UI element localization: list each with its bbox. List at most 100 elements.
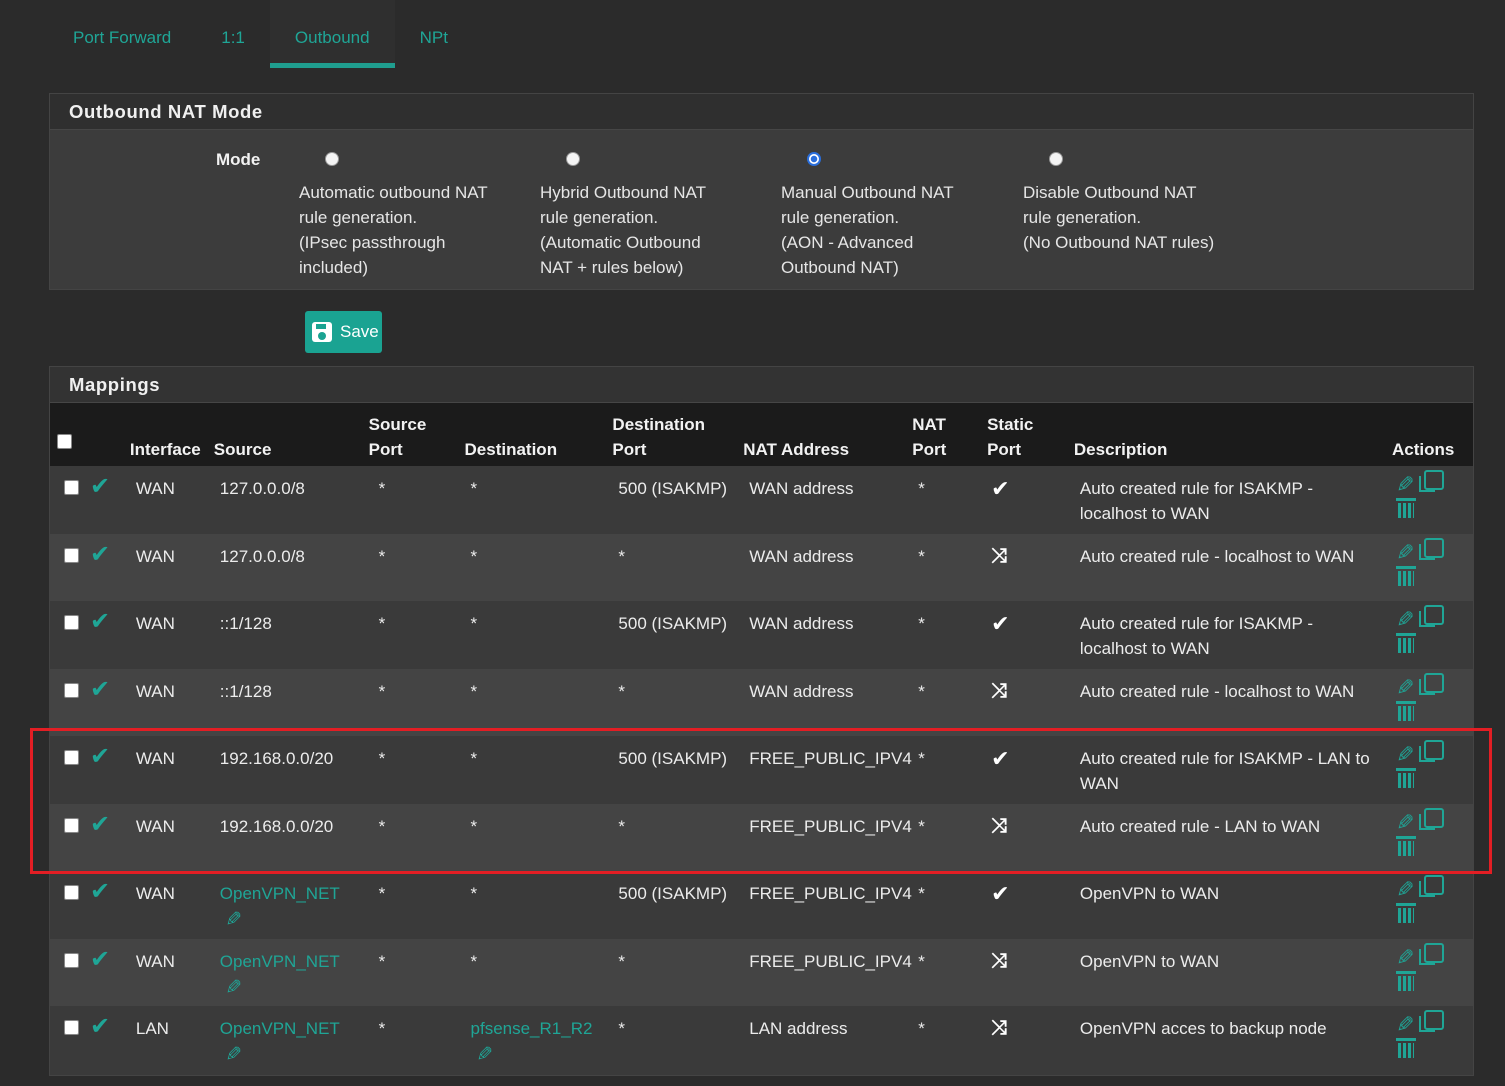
enabled-check-icon[interactable]: ✔ xyxy=(90,473,110,500)
trash-icon[interactable] xyxy=(1395,700,1416,721)
enabled-check-icon[interactable]: ✔ xyxy=(90,541,110,568)
table-row[interactable]: ✔ LAN OpenVPN_NET ✎ * pfsense_R1_R2 ✎ * LA… xyxy=(50,1006,1473,1074)
copy-icon[interactable] xyxy=(1418,875,1444,897)
copy-icon[interactable] xyxy=(1418,740,1444,762)
table-row[interactable]: ✔ WAN OpenVPN_NET ✎ * * 500 (ISAKMP) FREE… xyxy=(50,871,1473,939)
row-checkbox[interactable] xyxy=(64,480,79,495)
source-port-cell: * xyxy=(378,816,386,836)
enabled-check-icon[interactable]: ✔ xyxy=(90,811,110,838)
nat-address-cell: FREE_PUBLIC_IPV4 xyxy=(749,951,912,971)
edit-pencil-icon[interactable]: ✎ xyxy=(1396,1012,1414,1037)
table-row[interactable]: ✔ WAN ::1/128 * * * WAN address * ⤨ Auto… xyxy=(50,668,1473,736)
mode-option-0[interactable]: Automatic outbound NAT rule generation. (I… xyxy=(299,152,519,280)
row-checkbox[interactable] xyxy=(64,817,79,833)
header-description: Description xyxy=(1073,440,1168,459)
interface-cell: WAN xyxy=(135,614,175,633)
copy-icon[interactable] xyxy=(1418,807,1444,830)
interface-cell: WAN xyxy=(135,884,175,903)
header-static-port: Static Port xyxy=(987,415,1034,459)
trash-icon[interactable] xyxy=(1395,903,1416,923)
description-cell: Auto created rule - localhost to WAN xyxy=(1079,546,1355,566)
tab-port-forward[interactable]: Port Forward xyxy=(48,0,196,68)
tab-one-to-one[interactable]: 1:1 xyxy=(196,0,270,68)
source-alias-link[interactable]: OpenVPN_NET xyxy=(220,884,340,903)
destination-value: * xyxy=(470,816,478,836)
copy-icon[interactable] xyxy=(1418,1010,1444,1032)
header-source-port: Source Port xyxy=(368,415,427,459)
copy-icon[interactable] xyxy=(1418,537,1444,560)
copy-icon[interactable] xyxy=(1418,470,1444,492)
row-checkbox[interactable] xyxy=(64,885,79,900)
trash-icon[interactable] xyxy=(1395,970,1416,991)
save-button[interactable]: Save xyxy=(305,311,382,353)
trash-icon[interactable] xyxy=(1395,835,1416,856)
description-cell: Auto created rule - LAN to WAN xyxy=(1079,816,1321,836)
enabled-check-icon[interactable]: ✔ xyxy=(90,743,110,770)
mode-radio-1[interactable] xyxy=(566,152,580,166)
pencil-icon[interactable]: ✎ xyxy=(220,977,242,999)
row-checkbox[interactable] xyxy=(64,547,79,563)
source-port-cell: * xyxy=(378,479,386,498)
source-value: 127.0.0.0/8 xyxy=(219,479,305,498)
mode-option-2[interactable]: Manual Outbound NAT rule generation. (AON … xyxy=(781,152,1001,280)
destination-port-cell: * xyxy=(618,681,626,701)
nat-port-cell: * xyxy=(918,681,925,701)
trash-icon[interactable] xyxy=(1395,1038,1416,1058)
table-row[interactable]: ✔ WAN OpenVPN_NET ✎ * * * FREE_PUBLIC_IPV… xyxy=(50,938,1473,1006)
enabled-check-icon[interactable]: ✔ xyxy=(90,1013,110,1040)
description-cell: Auto created rule for ISAKMP - localhost… xyxy=(1079,614,1313,658)
row-checkbox[interactable] xyxy=(64,615,79,630)
mode-label: Mode xyxy=(216,150,261,169)
trash-icon[interactable] xyxy=(1395,768,1416,788)
table-row[interactable]: ✔ WAN 127.0.0.0/8 * * 500 (ISAKMP) WAN a… xyxy=(50,466,1473,534)
edit-pencil-icon[interactable]: ✎ xyxy=(1396,540,1414,565)
edit-pencil-icon[interactable]: ✎ xyxy=(1396,607,1414,632)
mode-option-3[interactable]: Disable Outbound NAT rule generation. (No … xyxy=(1023,152,1243,255)
pencil-icon[interactable]: ✎ xyxy=(471,1044,493,1066)
edit-pencil-icon[interactable]: ✎ xyxy=(1396,945,1414,970)
mode-option-text: Disable Outbound NAT rule generation. (No … xyxy=(1023,183,1215,252)
tab-npt[interactable]: NPt xyxy=(395,0,473,68)
trash-icon[interactable] xyxy=(1395,633,1416,653)
pencil-icon[interactable]: ✎ xyxy=(220,1044,242,1066)
edit-pencil-icon[interactable]: ✎ xyxy=(1396,742,1414,767)
copy-icon[interactable] xyxy=(1418,605,1444,627)
edit-pencil-icon[interactable]: ✎ xyxy=(1396,472,1414,497)
mode-radio-3[interactable] xyxy=(1049,152,1063,166)
copy-icon[interactable] xyxy=(1418,942,1444,965)
select-all-checkbox[interactable] xyxy=(57,434,72,449)
interface-cell: WAN xyxy=(135,951,175,971)
edit-pencil-icon[interactable]: ✎ xyxy=(1396,810,1414,835)
enabled-check-icon[interactable]: ✔ xyxy=(90,676,110,703)
source-value: ::1/128 xyxy=(219,681,272,701)
mode-option-1[interactable]: Hybrid Outbound NAT rule generation. (Auto… xyxy=(540,152,760,280)
mode-radio-0[interactable] xyxy=(325,152,339,166)
destination-port-cell: 500 (ISAKMP) xyxy=(618,479,728,498)
table-row[interactable]: ✔ WAN 192.168.0.0/20 * * * FREE_PUBLIC_I… xyxy=(50,803,1473,871)
copy-icon[interactable] xyxy=(1418,672,1444,695)
tab-outbound[interactable]: Outbound xyxy=(269,0,395,68)
row-checkbox[interactable] xyxy=(64,1020,79,1035)
trash-icon[interactable] xyxy=(1395,565,1416,586)
enabled-check-icon[interactable]: ✔ xyxy=(90,608,110,635)
destination-alias-link[interactable]: pfsense_R1_R2 xyxy=(471,1019,593,1038)
pencil-icon[interactable]: ✎ xyxy=(220,909,242,931)
source-alias-link[interactable]: OpenVPN_NET xyxy=(220,1019,340,1038)
destination-port-cell: 500 (ISAKMP) xyxy=(618,749,728,768)
outbound-nat-mode-panel: Outbound NAT Mode Mode Automatic outboun… xyxy=(49,93,1474,290)
table-row[interactable]: ✔ WAN 192.168.0.0/20 * * 500 (ISAKMP) FR… xyxy=(50,736,1473,804)
row-checkbox[interactable] xyxy=(64,750,79,765)
table-row[interactable]: ✔ WAN 127.0.0.0/8 * * * WAN address * ⤨ … xyxy=(50,533,1473,601)
save-label: Save xyxy=(340,322,379,341)
edit-pencil-icon[interactable]: ✎ xyxy=(1396,877,1414,902)
row-checkbox[interactable] xyxy=(64,952,79,968)
nat-address-cell: WAN address xyxy=(749,681,854,701)
enabled-check-icon[interactable]: ✔ xyxy=(90,878,110,905)
table-row[interactable]: ✔ WAN ::1/128 * * 500 (ISAKMP) WAN addre… xyxy=(50,601,1473,669)
row-checkbox[interactable] xyxy=(64,682,79,698)
trash-icon[interactable] xyxy=(1395,498,1416,518)
edit-pencil-icon[interactable]: ✎ xyxy=(1396,675,1414,700)
mode-radio-2[interactable] xyxy=(807,152,821,166)
source-alias-link[interactable]: OpenVPN_NET xyxy=(220,952,340,971)
enabled-check-icon[interactable]: ✔ xyxy=(90,946,110,973)
